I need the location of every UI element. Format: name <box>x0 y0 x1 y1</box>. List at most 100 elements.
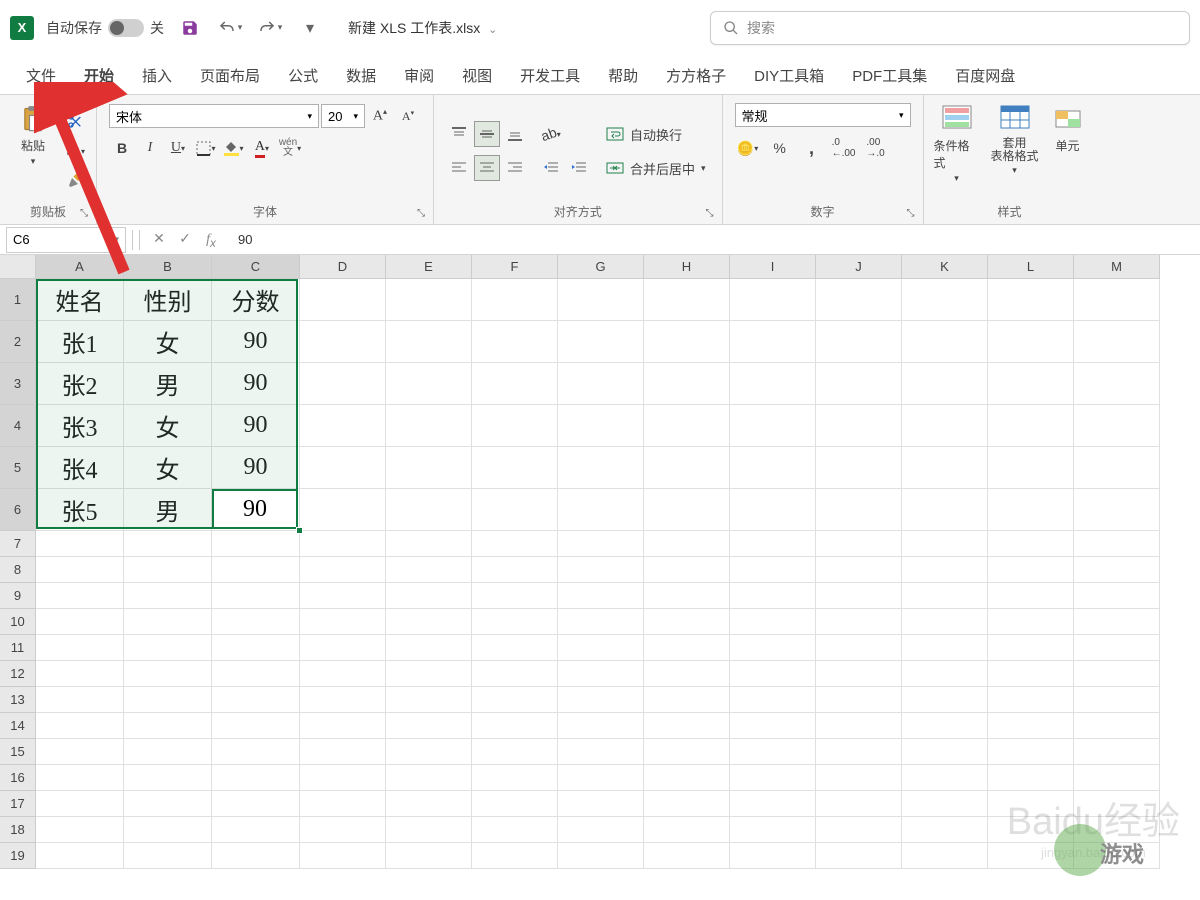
cell[interactable] <box>644 447 730 489</box>
cell[interactable] <box>386 447 472 489</box>
cell[interactable] <box>36 635 124 661</box>
cell[interactable] <box>902 531 988 557</box>
cell[interactable] <box>386 765 472 791</box>
cell[interactable] <box>644 739 730 765</box>
row-header[interactable]: 3 <box>0 363 36 405</box>
cell[interactable] <box>816 791 902 817</box>
cell[interactable] <box>644 687 730 713</box>
cell[interactable] <box>124 791 212 817</box>
cell[interactable] <box>212 843 300 869</box>
cell[interactable] <box>988 661 1074 687</box>
cell[interactable] <box>816 739 902 765</box>
cell[interactable] <box>386 279 472 321</box>
dialog-launcher[interactable]: ⤡ <box>907 208 919 220</box>
cell[interactable] <box>212 635 300 661</box>
increase-decimal-button[interactable]: .0←.00 <box>831 135 857 161</box>
cell[interactable] <box>300 635 386 661</box>
accept-formula-button[interactable]: ✓ <box>174 230 196 250</box>
cell[interactable] <box>902 489 988 531</box>
select-all-corner[interactable] <box>0 255 36 279</box>
row-header[interactable]: 19 <box>0 843 36 869</box>
cell[interactable] <box>472 739 558 765</box>
cell[interactable] <box>472 765 558 791</box>
column-header[interactable]: F <box>472 255 558 279</box>
phonetic-button[interactable]: wén文▾ <box>277 135 303 161</box>
cell[interactable] <box>988 739 1074 765</box>
tab-文件[interactable]: 文件 <box>12 57 70 94</box>
cell[interactable] <box>816 713 902 739</box>
cell[interactable] <box>558 713 644 739</box>
tab-开始[interactable]: 开始 <box>70 57 128 94</box>
cell[interactable]: 男 <box>124 363 212 405</box>
cell[interactable] <box>902 363 988 405</box>
tab-公式[interactable]: 公式 <box>274 57 332 94</box>
formula-input[interactable]: 90 <box>228 232 1200 247</box>
cell[interactable]: 张3 <box>36 405 124 447</box>
cell[interactable] <box>988 489 1074 531</box>
cell[interactable]: 90 <box>212 447 300 489</box>
cell[interactable] <box>558 843 644 869</box>
cell[interactable] <box>644 557 730 583</box>
cell[interactable] <box>558 791 644 817</box>
cell[interactable] <box>988 557 1074 583</box>
cell[interactable] <box>212 817 300 843</box>
cell[interactable] <box>472 321 558 363</box>
cell[interactable] <box>300 321 386 363</box>
row-header[interactable]: 15 <box>0 739 36 765</box>
autosave-toggle[interactable]: 自动保存 关 <box>46 18 164 38</box>
cell[interactable]: 女 <box>124 321 212 363</box>
cell[interactable] <box>36 843 124 869</box>
cell[interactable] <box>730 791 816 817</box>
conditional-format-button[interactable]: 条件格式 ▾ <box>932 99 982 203</box>
cell[interactable] <box>902 687 988 713</box>
font-size-select[interactable]: 20▾ <box>321 104 365 128</box>
cell[interactable] <box>386 713 472 739</box>
cell[interactable] <box>816 583 902 609</box>
cell[interactable] <box>988 791 1074 817</box>
comma-button[interactable]: , <box>799 135 825 161</box>
increase-font-button[interactable]: A▴ <box>367 103 393 129</box>
cell[interactable] <box>558 531 644 557</box>
align-middle-button[interactable] <box>474 121 500 147</box>
cell[interactable] <box>472 447 558 489</box>
font-name-select[interactable]: 宋体▾ <box>109 104 319 128</box>
cell[interactable]: 张5 <box>36 489 124 531</box>
cell[interactable] <box>36 765 124 791</box>
cell[interactable] <box>558 489 644 531</box>
align-bottom-button[interactable] <box>502 121 528 147</box>
cell[interactable] <box>212 661 300 687</box>
cell[interactable] <box>558 739 644 765</box>
cell[interactable] <box>36 531 124 557</box>
row-header[interactable]: 13 <box>0 687 36 713</box>
cell[interactable] <box>730 583 816 609</box>
column-header[interactable]: M <box>1074 255 1160 279</box>
fill-color-button[interactable]: ▾ <box>221 135 247 161</box>
cell[interactable] <box>300 713 386 739</box>
row-header[interactable]: 6 <box>0 489 36 531</box>
cell[interactable] <box>988 447 1074 489</box>
cell[interactable] <box>902 843 988 869</box>
tab-视图[interactable]: 视图 <box>448 57 506 94</box>
cell[interactable] <box>124 583 212 609</box>
cell[interactable] <box>300 405 386 447</box>
cell[interactable] <box>816 635 902 661</box>
column-header[interactable]: J <box>816 255 902 279</box>
undo-button[interactable]: ▾ <box>216 14 244 42</box>
cell[interactable] <box>816 817 902 843</box>
row-header[interactable]: 12 <box>0 661 36 687</box>
search-input[interactable]: 搜索 <box>710 11 1190 45</box>
cell[interactable] <box>902 405 988 447</box>
cell[interactable] <box>988 765 1074 791</box>
cell[interactable] <box>730 609 816 635</box>
cell[interactable] <box>558 557 644 583</box>
cell[interactable] <box>36 791 124 817</box>
paste-button[interactable]: 粘贴 ▾ <box>8 99 58 203</box>
column-header[interactable]: H <box>644 255 730 279</box>
cancel-formula-button[interactable]: ✕ <box>148 230 170 250</box>
cell[interactable] <box>124 661 212 687</box>
cell[interactable] <box>472 843 558 869</box>
cell[interactable] <box>212 765 300 791</box>
save-button[interactable] <box>176 14 204 42</box>
cell[interactable] <box>816 609 902 635</box>
cell[interactable] <box>1074 687 1160 713</box>
